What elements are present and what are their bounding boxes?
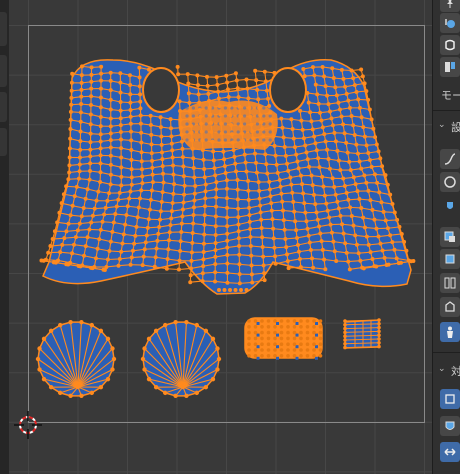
- mesh-icon[interactable]: [440, 35, 460, 55]
- split-icon[interactable]: [440, 273, 460, 293]
- toolbar-section[interactable]: [0, 55, 7, 87]
- section2-label: 対: [451, 365, 460, 378]
- uv-editor-icon[interactable]: [440, 57, 460, 77]
- uv-editor-viewport[interactable]: [9, 0, 432, 474]
- mode-label: モー: [441, 89, 460, 102]
- toolbar-section[interactable]: [0, 92, 7, 122]
- left-toolbar-strip: [0, 0, 9, 474]
- droplet-icon[interactable]: [440, 196, 460, 216]
- section1-toggle[interactable]: ⌄: [438, 120, 446, 130]
- curve-icon[interactable]: [440, 149, 460, 169]
- pin-icon[interactable]: [440, 0, 460, 12]
- right-sidebar: モー ⌄ 設 ⌄ 対: [433, 0, 460, 474]
- toolbar-section[interactable]: [0, 12, 7, 46]
- uv-islands[interactable]: [35, 58, 416, 399]
- circle-icon[interactable]: [440, 172, 460, 192]
- separator: [433, 352, 460, 353]
- section2-toggle[interactable]: ⌄: [438, 364, 446, 374]
- shield-icon[interactable]: [440, 416, 460, 436]
- toolbar-section[interactable]: [0, 128, 7, 156]
- select-icon[interactable]: [440, 227, 460, 247]
- cube-icon[interactable]: [440, 297, 460, 317]
- island-icon[interactable]: [440, 249, 460, 269]
- right-cap-island[interactable]: [142, 321, 220, 397]
- grab-icon[interactable]: [440, 13, 460, 33]
- separator: [433, 110, 460, 111]
- small-tube-island[interactable]: [344, 319, 380, 349]
- left-cap-island[interactable]: [37, 321, 115, 397]
- uv-canvas[interactable]: [9, 0, 432, 474]
- left-eye-hole: [142, 67, 180, 113]
- person-icon[interactable]: [440, 322, 460, 342]
- section1-label: 設: [451, 121, 460, 134]
- flip-icon[interactable]: [440, 442, 460, 462]
- sync-icon[interactable]: [440, 389, 460, 409]
